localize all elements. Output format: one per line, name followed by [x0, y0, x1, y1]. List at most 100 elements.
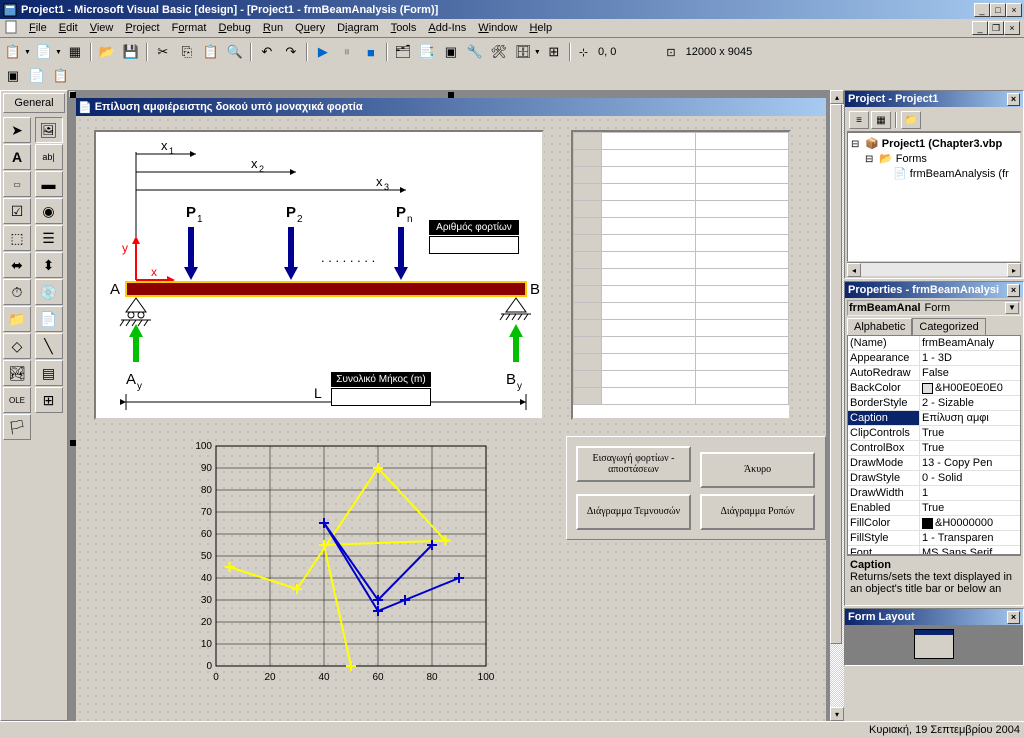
tab-categorized[interactable]: Categorized — [912, 318, 985, 335]
cut-button[interactable]: ✂ — [152, 41, 174, 63]
menu-diagram[interactable]: Diagram — [331, 20, 385, 36]
hscroll-tool[interactable]: ⬌ — [3, 252, 31, 278]
redo-button[interactable]: ↷ — [280, 41, 302, 63]
properties-object-combo[interactable]: frmBeamAnal Form ▼ — [847, 300, 1021, 316]
menu-view[interactable]: View — [84, 20, 120, 36]
menu-format[interactable]: Format — [166, 20, 213, 36]
maximize-button[interactable]: □ — [990, 3, 1006, 17]
properties-close[interactable]: × — [1007, 284, 1020, 297]
menu-tools[interactable]: Tools — [385, 20, 423, 36]
property-row[interactable]: (Name)frmBeamAnaly — [848, 336, 1020, 351]
tree-scroll-right[interactable]: ▸ — [1007, 263, 1021, 277]
moment-diagram-button[interactable]: Διάγραμμα Ροπών — [700, 494, 815, 530]
property-row[interactable]: AutoRedrawFalse — [848, 366, 1020, 381]
toggle-folders-button[interactable]: 📁 — [901, 111, 921, 129]
mdi-close-button[interactable]: × — [1004, 21, 1020, 35]
paste-button[interactable]: 📋 — [200, 41, 222, 63]
property-row[interactable]: DrawStyle0 - Solid — [848, 471, 1020, 486]
menu-window[interactable]: Window — [472, 20, 523, 36]
property-row[interactable]: ClipControlsTrue — [848, 426, 1020, 441]
commandbutton-tool[interactable]: ▬ — [35, 171, 63, 197]
form-layout-close[interactable]: × — [1007, 611, 1020, 624]
menu-editor-button[interactable]: ▦ — [64, 41, 86, 63]
project-explorer-button[interactable]: 🗂 — [392, 41, 414, 63]
menu-file[interactable]: FFileile — [23, 20, 53, 36]
data-grid-panel[interactable] — [571, 130, 791, 420]
properties-grid[interactable]: (Name)frmBeamAnalyAppearance1 - 3DAutoRe… — [847, 335, 1021, 555]
tree-folder-forms[interactable]: ⊟📂 Forms — [851, 151, 1017, 166]
drivelist-tool[interactable]: 💿 — [35, 279, 63, 305]
open-button[interactable]: 📂 — [96, 41, 118, 63]
property-row[interactable]: CaptionΕπίλυση αμφι — [848, 411, 1020, 426]
property-row[interactable]: Appearance1 - 3D — [848, 351, 1020, 366]
view-code-button[interactable]: ≡ — [849, 111, 869, 129]
add-form-button[interactable]: 📄 — [33, 41, 55, 63]
pause-button[interactable]: ⏸ — [336, 41, 358, 63]
shear-diagram-button[interactable]: Διάγραμμα Τεμνουσών — [576, 494, 691, 530]
copy-button[interactable]: ⎘ — [176, 41, 198, 63]
stop-button[interactable]: ■ — [360, 41, 382, 63]
checkbox-tool[interactable]: ☑ — [3, 198, 31, 224]
properties-button[interactable]: 📑 — [416, 41, 438, 63]
minimize-button[interactable]: _ — [974, 3, 990, 17]
cancel-button[interactable]: Άκυρο — [700, 452, 815, 488]
property-row[interactable]: FontMS Sans Serif — [848, 546, 1020, 555]
combobox-tool[interactable]: ⬚ — [3, 225, 31, 251]
picturebox-tool[interactable]: 🖼 — [35, 117, 63, 143]
data-tool[interactable]: ▤ — [35, 360, 63, 386]
property-row[interactable]: BackColor&H00E0E0E0 — [848, 381, 1020, 396]
component-button[interactable]: ⊞ — [543, 41, 565, 63]
label-tool[interactable]: A — [3, 144, 31, 170]
save-button[interactable]: 💾 — [120, 41, 142, 63]
combo-arrow-icon[interactable]: ▼ — [1005, 302, 1019, 314]
insert-loads-button[interactable]: Εισαγωγή φορτίων - αποστάσεων — [576, 446, 691, 482]
project-tree-hscroll[interactable]: ◂ ▸ — [847, 262, 1021, 276]
ole-tool[interactable]: OLE — [3, 387, 31, 413]
project-panel-close[interactable]: × — [1007, 93, 1020, 106]
toolbox-button[interactable]: 🛠 — [488, 41, 510, 63]
property-row[interactable]: DrawWidth1 — [848, 486, 1020, 501]
menu-help[interactable]: Help — [523, 20, 558, 36]
tree-scroll-left[interactable]: ◂ — [847, 263, 861, 277]
menu-addins[interactable]: Add-Ins — [422, 20, 472, 36]
tb2-btn3[interactable]: 📋 — [50, 65, 72, 87]
menu-project[interactable]: Project — [119, 20, 165, 36]
frame-tool[interactable]: ▭ — [3, 171, 31, 197]
find-button[interactable]: 🔍 — [224, 41, 246, 63]
mini-form[interactable] — [914, 629, 954, 659]
property-row[interactable]: FillStyle1 - Transparen — [848, 531, 1020, 546]
close-button[interactable]: × — [1006, 3, 1022, 17]
scroll-down-button[interactable]: ▾ — [830, 707, 844, 721]
scroll-up-button[interactable]: ▴ — [830, 90, 844, 104]
project-tree[interactable]: ⊟📦 Project1 (Chapter3.vbp ⊟📂 Forms 📄 frm… — [847, 132, 1021, 262]
image-tool[interactable]: 🏞 — [3, 360, 31, 386]
mdi-restore-button[interactable]: ❐ — [988, 21, 1004, 35]
mdi-minimize-button[interactable]: _ — [972, 21, 988, 35]
menu-debug[interactable]: Debug — [212, 20, 256, 36]
form-designer[interactable]: 📄 Επίλυση αμφιέρειστης δοκού υπό μοναχικ… — [76, 98, 826, 721]
tab-alphabetic[interactable]: Alphabetic — [847, 318, 912, 335]
shape-tool[interactable]: ◇ — [3, 333, 31, 359]
design-vscroll[interactable]: ▴ ▾ — [830, 90, 844, 721]
property-row[interactable]: BorderStyle2 - Sizable — [848, 396, 1020, 411]
total-length-input[interactable] — [331, 388, 431, 406]
vscroll-tool[interactable]: ⬍ — [35, 252, 63, 278]
msflexgrid-tool[interactable]: ⊞ — [35, 387, 63, 413]
pointer-tool[interactable]: ➤ — [3, 117, 31, 143]
tb2-btn2[interactable]: 📄 — [26, 65, 48, 87]
property-row[interactable]: EnabledTrue — [848, 501, 1020, 516]
object-browser-button[interactable]: 🔧 — [464, 41, 486, 63]
menu-run[interactable]: Run — [257, 20, 289, 36]
timer-tool[interactable]: ⏱ — [3, 279, 31, 305]
form-layout-body[interactable] — [845, 625, 1023, 665]
menu-query[interactable]: Query — [289, 20, 331, 36]
optionbutton-tool[interactable]: ◉ — [35, 198, 63, 224]
toolbox-header[interactable]: General — [3, 93, 65, 113]
extra-tool[interactable]: 🏳 — [3, 414, 31, 440]
listbox-tool[interactable]: ☰ — [35, 225, 63, 251]
dirlist-tool[interactable]: 📁 — [3, 306, 31, 332]
tb2-btn1[interactable]: ▣ — [2, 65, 24, 87]
menu-edit[interactable]: Edit — [53, 20, 84, 36]
run-button[interactable]: ▶ — [312, 41, 334, 63]
line-tool[interactable]: ╲ — [35, 333, 63, 359]
